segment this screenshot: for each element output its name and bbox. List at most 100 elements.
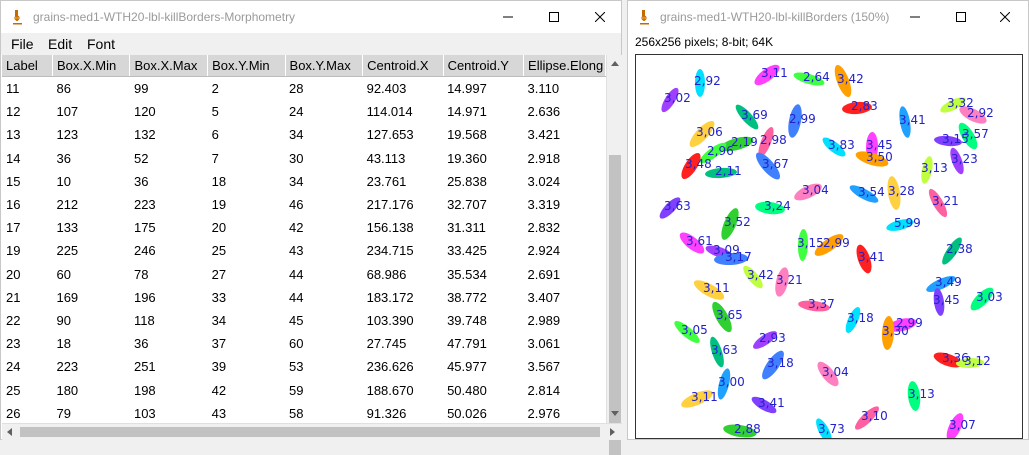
grain-elongation-label: 3,45 [933,293,960,307]
grain-elongation-label: 2,11 [715,164,742,178]
grain-elongation-label: 2,83 [851,99,878,113]
scroll-right-icon[interactable] [610,428,615,436]
menu-font[interactable]: Font [87,36,115,52]
table-cell: 78 [133,266,149,282]
table-row[interactable]: 14 36 52 7 30 43.113 19.360 2.918 [2,147,606,170]
grain-elongation-label: 3,18 [767,356,794,370]
grain-elongation-label: 3,57 [962,127,989,141]
table-row[interactable]: 26 79 103 43 58 91.326 50.026 2.976 [2,402,606,423]
scroll-left-icon[interactable] [7,428,12,436]
table-cell: 25.838 [447,173,487,189]
table-cell: 11 [6,81,20,97]
maximize-button[interactable] [938,1,984,33]
grain-elongation-label: 3,05 [681,323,708,337]
table-row[interactable]: 20 60 78 27 44 68.986 35.534 2.691 [2,263,606,286]
table-cell: 12 [6,104,21,120]
menu-file[interactable]: File [11,36,34,52]
close-button[interactable] [577,1,623,33]
grain-elongation-label: 2,99 [789,112,816,126]
title-bar[interactable]: grains-med1-WTH20-lbl-killBorders-Morpho… [1,1,621,33]
grain-elongation-label: 2,92 [967,106,994,120]
column-header[interactable]: Box.X.Min [52,55,131,77]
table-cell: 107 [56,104,79,120]
label-image-canvas[interactable]: 2,92 3,11 2,64 3,42 3,02 2,83 3,69 2,99 3,32 2,92… [635,54,1023,439]
table-cell: 212 [56,197,79,213]
table-cell: 180 [56,382,79,398]
title-bar[interactable]: grains-med1-WTH20-lbl-killBorders (150%) [628,1,1028,33]
grain-elongation-label: 3,41 [858,250,885,264]
table-row[interactable]: 15 10 36 18 34 23.761 25.838 3.024 [2,170,606,193]
table-cell: 27 [211,266,227,282]
table-row[interactable]: 12 107 120 5 24 114.014 14.971 2.636 [2,100,606,123]
table-cell: 3.407 [527,289,561,305]
table-row[interactable]: 25 180 198 42 59 188.670 50.480 2.814 [2,378,606,401]
morphometry-table-window: grains-med1-WTH20-lbl-killBorders-Morpho… [0,0,623,455]
horizontal-scrollbar[interactable] [2,423,622,440]
close-button[interactable] [982,1,1028,33]
column-header[interactable]: Label [2,55,53,77]
column-header[interactable]: Box.X.Max [129,55,209,77]
labeled-grains-image[interactable]: 2,923,11 2,64 3,423,022,833,69 2,993,322,92… [636,55,1022,438]
table-cell: 32.707 [447,197,487,213]
table-cell: 58 [289,405,304,421]
table-row[interactable]: 19 225 246 25 43 234.715 33.425 2.924 [2,239,606,262]
maximize-icon [956,12,966,22]
table-cell: 103 [133,405,156,421]
grain-elongation-label: 3,13 [921,161,948,175]
table-cell: 21 [6,289,21,305]
vertical-scrollbar[interactable] [606,55,623,455]
menu-edit[interactable]: Edit [48,36,72,52]
table-cell: 114.014 [366,104,413,120]
minimize-button[interactable] [485,1,531,33]
table-cell: 19.360 [447,150,487,166]
table-row[interactable]: 11 86 99 2 28 92.403 14.997 3.110 [2,77,606,101]
table-row[interactable]: 17 133 175 20 42 156.138 31.311 2.832 [2,216,606,239]
image-window: grains-med1-WTH20-lbl-killBorders (150%)… [627,0,1029,440]
column-header[interactable]: Centroid.Y [443,55,525,77]
table-cell: 103.390 [366,312,414,328]
table-cell: 236.626 [366,359,414,375]
results-table[interactable]: Label Box.X.Min Box.X.Max Box.Y.Min Box.Y.Ma… [2,55,606,423]
vertical-scroll-thumb[interactable] [609,155,621,455]
table-row[interactable]: 21 169 196 33 44 183.172 38.772 3.407 [2,286,606,309]
table-row[interactable]: 23 18 36 37 60 27.745 47.791 3.061 [2,332,606,355]
table-cell: 30 [289,150,304,166]
grain-elongation-label: 3,63 [711,343,738,357]
table-row[interactable]: 16 212 223 19 46 217.176 32.707 3.319 [2,193,606,216]
minimize-icon [910,16,920,18]
table-row[interactable]: 13 123 132 6 34 127.653 19.568 3.421 [2,123,606,146]
table-cell: 19.568 [447,127,487,143]
grain-elongation-label: 3,17 [725,250,752,264]
column-header[interactable]: Ellipse.Elong [523,55,606,77]
minimize-button[interactable] [892,1,938,33]
table-cell: 223 [133,197,156,213]
results-table-area[interactable]: Label Box.X.Min Box.X.Max Box.Y.Min Box.Y.Ma… [2,55,606,423]
scroll-up-icon[interactable] [611,61,619,66]
grain-elongation-label: 3,63 [664,199,691,213]
table-cell: 188.670 [366,382,414,398]
table-cell: 25 [6,382,21,398]
table-cell: 2 [211,81,219,97]
microscope-icon [636,9,652,25]
column-header[interactable]: Centroid.X [362,55,444,77]
grain-elongation-label: 3,04 [822,365,849,379]
maximize-button[interactable] [531,1,577,33]
table-cell: 18 [56,336,71,352]
table-cell: 2.691 [527,266,561,282]
grain-elongation-label: 3,28 [888,184,915,198]
grain-elongation-label: 3,61 [686,234,713,248]
table-row[interactable]: 22 90 118 34 45 103.390 39.748 2.989 [2,309,606,332]
table-cell: 13 [6,127,21,143]
table-cell: 225 [56,243,79,259]
table-cell: 24 [289,104,304,120]
grain-elongation-label: 3,07 [949,418,976,432]
table-cell: 14.971 [447,104,487,120]
table-cell: 92.403 [366,81,407,97]
column-header[interactable]: Box.Y.Max [285,55,364,77]
table-cell: 22 [6,312,21,328]
scroll-down-icon[interactable] [611,411,619,416]
table-cell: 234.715 [366,243,414,259]
horizontal-scroll-thumb[interactable] [20,427,600,437]
column-header[interactable]: Box.Y.Min [207,55,286,77]
table-row[interactable]: 24 223 251 39 53 236.626 45.977 3.567 [2,355,606,378]
